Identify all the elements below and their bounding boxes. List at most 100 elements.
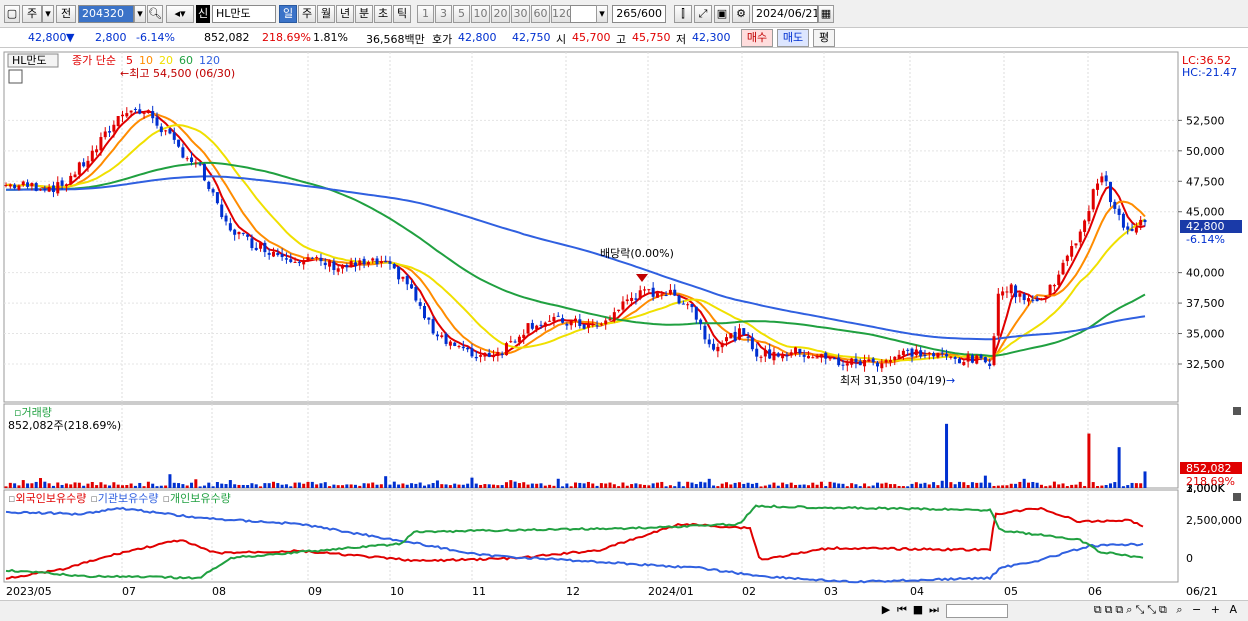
volume-bar xyxy=(539,483,543,488)
volume-bar xyxy=(794,484,798,488)
chevron-down-icon[interactable]: ▾ xyxy=(596,5,608,23)
sell-button[interactable]: 매도 xyxy=(777,29,809,47)
chart-area[interactable]: HL만도 종가 단순 5 10 20 60 120 LC:36.52 HC:-21.47… xyxy=(0,48,1248,600)
scroll-thumb[interactable] xyxy=(946,604,1008,618)
candle-body xyxy=(1121,213,1125,228)
candle-body xyxy=(168,128,172,134)
interval-button-1[interactable]: 1 xyxy=(417,5,434,23)
candle-body xyxy=(401,276,405,279)
buy-button[interactable]: 매수 xyxy=(741,29,773,47)
volume-bar xyxy=(742,483,746,488)
zoom-tools-icon[interactable]: ⧉⧉⧉⌕⤡⤡⧉ ⌕ − + A xyxy=(1010,602,1240,618)
volume-bar xyxy=(837,483,841,488)
low-label: 저 xyxy=(676,33,687,46)
volume-bar xyxy=(828,481,832,488)
volume-readout: 852,082주(218.69%) xyxy=(8,419,121,432)
forward-icon[interactable]: ⏭ xyxy=(928,602,940,618)
grid-toggle-icon[interactable] xyxy=(8,69,23,84)
chevron-down-icon[interactable]: ▾ xyxy=(134,5,146,23)
close-icon[interactable] xyxy=(1233,407,1241,415)
market-select[interactable]: 전 xyxy=(56,5,76,23)
candle-body xyxy=(966,354,970,362)
volume-bar xyxy=(517,483,521,488)
period-button-2[interactable]: 월 xyxy=(317,5,335,23)
save-icon[interactable]: ▣ xyxy=(714,5,730,23)
candle-body xyxy=(496,351,500,356)
date-field[interactable]: 2024/06/21 xyxy=(752,5,818,23)
volume-bar xyxy=(1052,481,1056,488)
scroll-right-icon[interactable]: ▶ xyxy=(880,602,892,618)
candle-body xyxy=(34,183,38,191)
candle-body xyxy=(543,322,547,327)
interval-button-30[interactable]: 30 xyxy=(511,5,530,23)
period-button-1[interactable]: 주 xyxy=(298,5,316,23)
volume-bar xyxy=(461,484,465,488)
holder-legend-item: 기관보유수량 xyxy=(98,492,159,505)
calendar-icon[interactable]: ▦ xyxy=(818,5,834,23)
speaker-icon[interactable]: ◂▾ xyxy=(166,5,194,23)
draw-icon[interactable]: ⤢ xyxy=(694,5,712,23)
candle-body xyxy=(828,358,832,360)
volume-bar xyxy=(116,484,120,488)
period-type-select[interactable]: 주 xyxy=(22,5,42,23)
volume-bar xyxy=(51,485,55,488)
candle-icon[interactable]: ⫿ xyxy=(674,5,692,23)
bid-label: 호가 xyxy=(432,33,453,46)
interval-button-10[interactable]: 10 xyxy=(471,5,490,23)
volume-bar xyxy=(56,482,60,488)
candle-body xyxy=(599,323,603,325)
data-count-field[interactable]: 265/600 xyxy=(612,5,666,23)
gear-icon[interactable]: ⚙ xyxy=(732,5,750,23)
candle-body xyxy=(1048,284,1052,296)
window-icon[interactable]: ▢ xyxy=(4,5,20,23)
interval-button-120[interactable]: 120 xyxy=(551,5,573,23)
close-icon[interactable] xyxy=(1233,493,1241,501)
stock-name-field[interactable]: HL만도 xyxy=(212,5,276,23)
rewind-icon[interactable]: ⏮ xyxy=(896,602,908,618)
candle-body xyxy=(302,260,306,265)
candle-body xyxy=(315,257,319,259)
volume-bar xyxy=(703,482,707,488)
period-button-5[interactable]: 초 xyxy=(374,5,392,23)
volume-bar xyxy=(1139,483,1143,488)
volume-bar xyxy=(1130,482,1134,488)
volume-bar xyxy=(1070,484,1074,488)
date-tick-label: 05 xyxy=(1004,585,1018,598)
candle-body xyxy=(927,352,931,354)
candle-body xyxy=(750,337,754,350)
chevron-down-icon[interactable]: ▾ xyxy=(42,5,54,23)
volume-bar xyxy=(694,484,698,488)
period-button-6[interactable]: 틱 xyxy=(393,5,411,23)
stop-icon[interactable]: ■ xyxy=(912,602,924,618)
candle-body xyxy=(608,319,612,321)
eval-button[interactable]: 평 xyxy=(813,29,835,47)
candle-body xyxy=(957,358,961,364)
volume-bar xyxy=(737,482,741,488)
candle-body xyxy=(215,192,219,204)
code-input[interactable]: 204320 xyxy=(78,5,134,23)
candle-body xyxy=(932,353,936,357)
candle-body xyxy=(366,261,370,265)
period-button-4[interactable]: 분 xyxy=(355,5,373,23)
candle-body xyxy=(681,303,685,305)
volume-bar xyxy=(1100,485,1104,488)
interval-button-3[interactable]: 3 xyxy=(435,5,452,23)
interval-button-5[interactable]: 5 xyxy=(453,5,470,23)
search-icon[interactable]: 🔍︎ xyxy=(147,5,163,23)
candle-body xyxy=(647,289,651,291)
candle-body xyxy=(595,325,599,327)
candle-body xyxy=(306,257,310,261)
candle-body xyxy=(284,258,288,260)
date-tick-label: 08 xyxy=(212,585,226,598)
date-tick-label: 11 xyxy=(472,585,486,598)
candle-body xyxy=(919,350,923,357)
period-button-3[interactable]: 년 xyxy=(336,5,354,23)
volume-bar xyxy=(487,484,491,488)
candle-body xyxy=(561,318,565,323)
interval-button-60[interactable]: 60 xyxy=(531,5,550,23)
period-button-0[interactable]: 일 xyxy=(279,5,297,23)
interval-button-20[interactable]: 20 xyxy=(491,5,510,23)
candle-body xyxy=(1100,176,1104,183)
volume-bar xyxy=(876,482,880,488)
volume-bar xyxy=(927,484,931,488)
